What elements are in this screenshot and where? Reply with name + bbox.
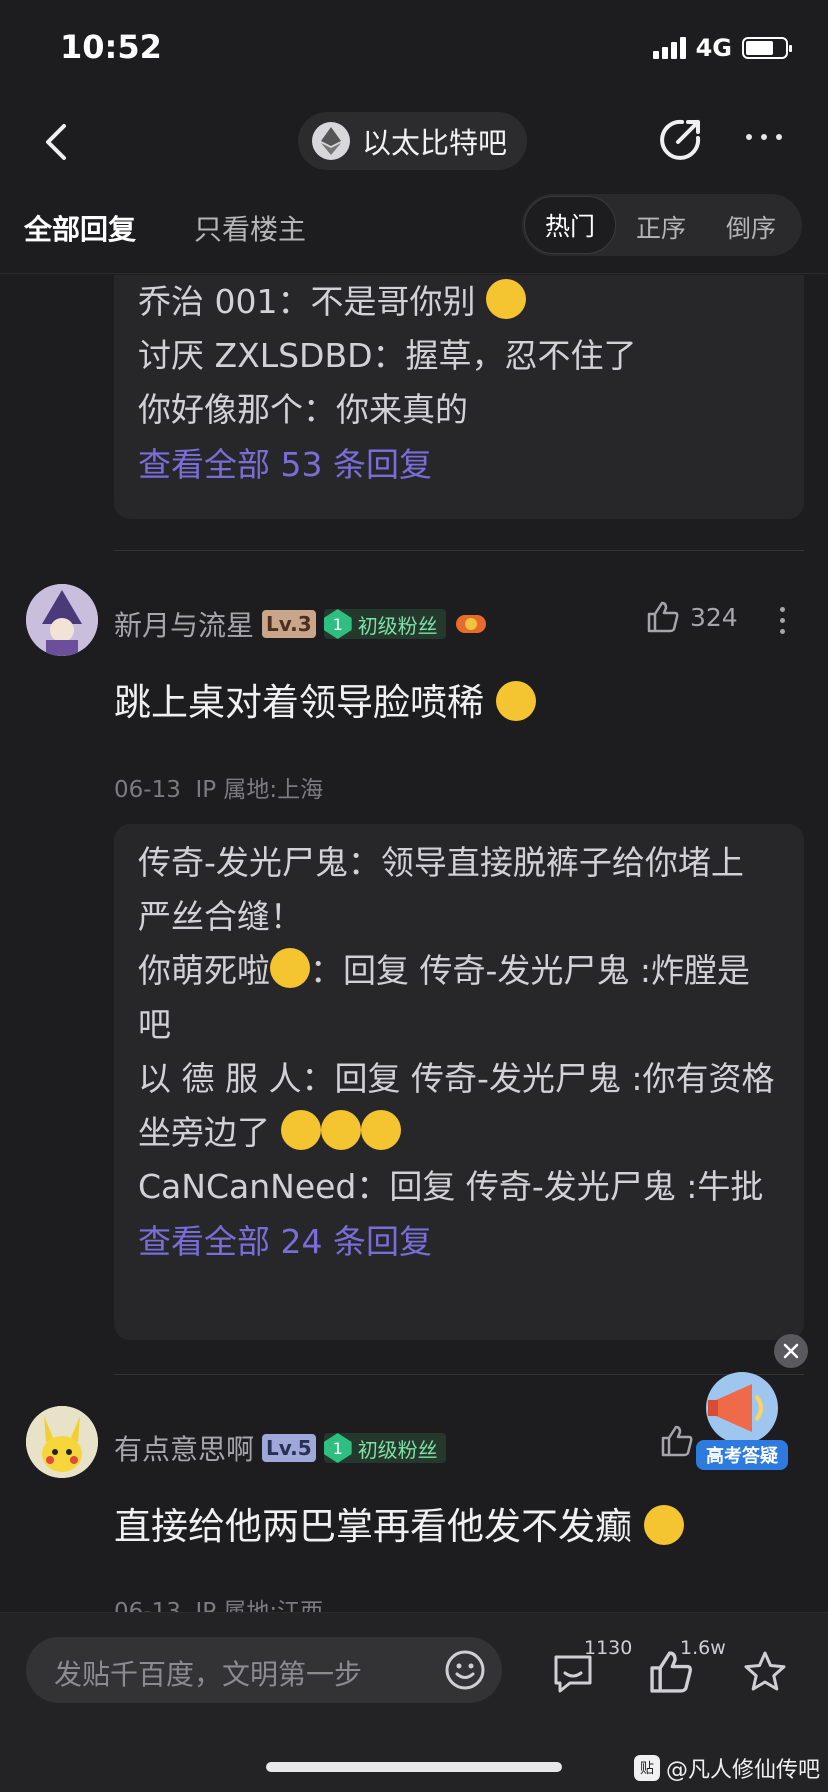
comment-count-button[interactable]: 1130 bbox=[550, 1637, 632, 1699]
sub-reply-box: 传奇-发光尸鬼：领导直接脱裤子给你堵上 严丝合缝！ 你萌死啦 ：回复 传奇-发光尸… bbox=[114, 824, 804, 1340]
ethereum-icon bbox=[312, 122, 350, 160]
reply-filter-bar: 全部回复 只看楼主 热门 正序 倒序 bbox=[0, 184, 828, 274]
comment-meta: 06-13 IP 属地:上海 bbox=[114, 770, 323, 804]
more-options-icon[interactable] bbox=[746, 134, 782, 140]
comment-more-icon[interactable] bbox=[780, 607, 785, 634]
close-promo-button[interactable] bbox=[774, 1334, 808, 1368]
sort-desc-button[interactable]: 倒序 bbox=[726, 209, 776, 245]
tongue-emoji-icon bbox=[495, 681, 536, 721]
home-indicator bbox=[266, 1762, 562, 1772]
battery-icon bbox=[742, 37, 792, 59]
nav-bar: 以太比特吧 bbox=[0, 100, 828, 184]
forum-title-pill[interactable]: 以太比特吧 bbox=[298, 112, 528, 170]
comment-text[interactable]: 直接给他两巴掌再看他发不发癫 bbox=[114, 1496, 684, 1550]
reply-input[interactable]: 发贴千百度，文明第一步 bbox=[26, 1637, 502, 1703]
monkey-emoji-icon bbox=[270, 948, 310, 988]
post-like-button[interactable]: 1.6w bbox=[648, 1637, 726, 1699]
sub-reply[interactable]: 你萌死啦 ：回复 传奇-发光尸鬼 :炸膛是吧 bbox=[138, 944, 780, 1052]
sort-hot-button[interactable]: 热门 bbox=[524, 196, 616, 254]
view-all-replies-link[interactable]: 查看全部 53 条回复 bbox=[138, 437, 780, 493]
tab-op-only[interactable]: 只看楼主 bbox=[194, 208, 306, 248]
sub-reply[interactable]: 以 德 服 人：回复 传奇-发光尸鬼 :你有资格坐旁边了 bbox=[138, 1052, 780, 1160]
comment-ip: IP 属地:上海 bbox=[195, 777, 324, 803]
crying-emoji-icon bbox=[485, 279, 526, 319]
favorite-button[interactable] bbox=[742, 1639, 802, 1699]
user-info-line: 有点意思啊 Lv.5 1 初级粉丝 bbox=[114, 1428, 446, 1468]
shush-emoji-icon bbox=[280, 1110, 321, 1150]
username[interactable]: 有点意思啊 bbox=[114, 1428, 254, 1468]
megaphone-icon bbox=[706, 1372, 778, 1444]
reply-input-placeholder: 发贴千百度，文明第一步 bbox=[54, 1658, 363, 1691]
avatar[interactable] bbox=[26, 584, 98, 656]
sub-reply[interactable]: 乔治 001：不是哥你别 bbox=[138, 275, 780, 329]
like-button[interactable]: 324 bbox=[646, 600, 738, 634]
sub-reply[interactable]: 讨厌 ZXLSDBD：握草，忍不住了 bbox=[138, 329, 780, 383]
share-button[interactable] bbox=[656, 116, 704, 164]
status-indicators: 4G bbox=[652, 34, 792, 62]
sort-toggle: 热门 正序 倒序 bbox=[522, 194, 802, 256]
fan-gem-icon: 1 bbox=[323, 1433, 352, 1463]
emoji-picker-icon[interactable] bbox=[444, 1649, 486, 1691]
forum-name: 以太比特吧 bbox=[362, 126, 508, 160]
fan-badge: 1 初级粉丝 bbox=[323, 609, 446, 639]
post-like-count: 1.6w bbox=[680, 1637, 726, 1659]
comment-text[interactable]: 跳上桌对着领导脸喷稀 bbox=[114, 672, 536, 726]
status-bar: 10:52 4G bbox=[0, 0, 828, 100]
like-count: 324 bbox=[690, 602, 738, 632]
sub-reply[interactable]: 传奇-发光尸鬼：领导直接脱裤子给你堵上 严丝合缝！ bbox=[138, 836, 780, 944]
divider bbox=[114, 550, 804, 551]
tieba-logo-icon: 贴 bbox=[634, 1755, 660, 1781]
signal-icon bbox=[652, 37, 686, 59]
level-badge: Lv.3 bbox=[262, 610, 316, 638]
comment-date: 06-13 bbox=[114, 777, 181, 803]
watermark: 贴 @凡人修仙传吧 bbox=[634, 1752, 820, 1784]
user-info-line: 新月与流星 Lv.3 1 初级粉丝 bbox=[114, 604, 488, 644]
sub-reply-box: 乔治 001：不是哥你别 讨厌 ZXLSDBD：握草，忍不住了 你好像那个：你来… bbox=[114, 275, 804, 519]
promo-label: 高考答疑 bbox=[696, 1440, 788, 1470]
network-type: 4G bbox=[695, 34, 732, 62]
exam-promo-widget[interactable]: 高考答疑 bbox=[694, 1370, 790, 1470]
view-all-replies-link[interactable]: 查看全部 24 条回复 bbox=[138, 1214, 780, 1270]
sub-reply[interactable]: 你好像那个：你来真的 bbox=[138, 383, 780, 437]
fan-gem-icon: 1 bbox=[323, 609, 352, 639]
sub-reply[interactable]: CaNCanNeed：回复 传奇-发光尸鬼 :牛批 bbox=[138, 1160, 780, 1214]
gamepad-badge-icon bbox=[455, 615, 486, 633]
sort-asc-button[interactable]: 正序 bbox=[636, 209, 686, 245]
close-icon bbox=[783, 1343, 799, 1359]
watermark-text: @凡人修仙传吧 bbox=[666, 1758, 821, 1783]
shush-emoji-icon bbox=[320, 1110, 361, 1150]
avatar[interactable] bbox=[26, 1406, 98, 1478]
star-icon bbox=[744, 1651, 786, 1691]
thumbs-up-icon bbox=[661, 1425, 693, 1457]
like-button[interactable] bbox=[660, 1424, 694, 1458]
chevron-left-icon bbox=[46, 124, 66, 160]
tongue-emoji-icon bbox=[643, 1505, 684, 1545]
back-button[interactable] bbox=[38, 118, 78, 166]
thumbs-up-icon bbox=[647, 601, 679, 633]
comment-count: 1130 bbox=[584, 1637, 633, 1659]
share-icon bbox=[660, 119, 701, 160]
level-badge: Lv.5 bbox=[262, 1434, 316, 1462]
status-time: 10:52 bbox=[60, 28, 162, 66]
fan-badge: 1 初级粉丝 bbox=[323, 1433, 446, 1463]
username[interactable]: 新月与流星 bbox=[114, 604, 254, 644]
shush-emoji-icon bbox=[360, 1110, 401, 1150]
tab-all-replies[interactable]: 全部回复 bbox=[24, 208, 136, 248]
